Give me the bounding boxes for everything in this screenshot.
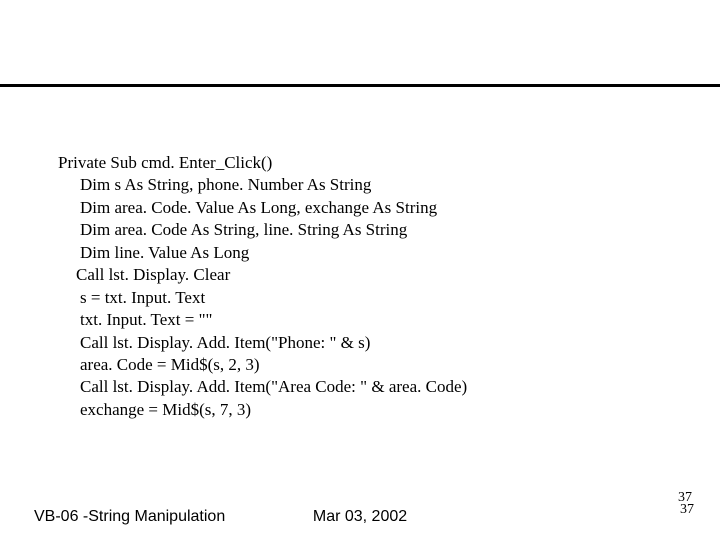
slide: Private Sub cmd. Enter_Click() Dim s As … — [0, 0, 720, 540]
page-number-sub: 37 — [680, 502, 694, 518]
code-line: exchange = Mid$(s, 7, 3) — [58, 399, 467, 421]
code-line: Call lst. Display. Clear — [58, 264, 467, 286]
code-line: Dim area. Code As String, line. String A… — [58, 219, 467, 241]
code-line: Private Sub cmd. Enter_Click() — [58, 152, 467, 174]
code-line: area. Code = Mid$(s, 2, 3) — [58, 354, 467, 376]
divider-rule — [0, 84, 720, 87]
code-line: s = txt. Input. Text — [58, 287, 467, 309]
code-block: Private Sub cmd. Enter_Click() Dim s As … — [58, 152, 467, 421]
code-line: Dim s As String, phone. Number As String — [58, 174, 467, 196]
code-line: Call lst. Display. Add. Item("Area Code:… — [58, 376, 467, 398]
code-line: Dim area. Code. Value As Long, exchange … — [58, 197, 467, 219]
code-line: Call lst. Display. Add. Item("Phone: " &… — [58, 332, 467, 354]
code-line: txt. Input. Text = "" — [58, 309, 467, 331]
footer-date: Mar 03, 2002 — [0, 508, 720, 526]
code-line: Dim line. Value As Long — [58, 242, 467, 264]
